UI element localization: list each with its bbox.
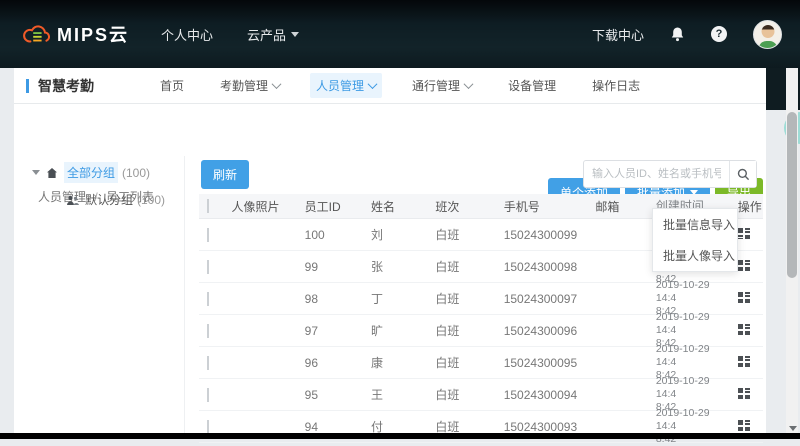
page-scrollbar[interactable]: [786, 68, 798, 433]
row-checkbox[interactable]: [207, 260, 209, 274]
col-header-photo: 人像照片: [224, 198, 294, 215]
brand-logo[interactable]: MIPS云: [22, 21, 129, 47]
col-header-shift: 班次: [425, 198, 493, 215]
tab-home[interactable]: 首页: [154, 73, 190, 98]
col-header-phone: 手机号: [494, 198, 586, 215]
chevron-down-icon: [272, 79, 282, 89]
row-checkbox[interactable]: [207, 292, 209, 306]
group-tree-sidebar: 全部分组 (100) 默认分组 (100): [14, 156, 180, 433]
topbar-right-group: 下载中心 ?: [592, 0, 782, 68]
operations-grid-icon[interactable]: [738, 420, 750, 431]
col-header-name: 姓名: [361, 198, 425, 215]
tab-access-mgmt[interactable]: 通行管理: [406, 73, 478, 98]
row-checkbox[interactable]: [207, 356, 209, 370]
menu-item-cloud-products[interactable]: 云产品: [247, 25, 299, 44]
sidebar-item-default-group[interactable]: 默认分组 (100): [66, 191, 180, 208]
main-panel: 智慧考勤 首页 考勤管理 人员管理 通行管理 设备管理 操作日志: [14, 68, 766, 433]
select-all-checkbox[interactable]: [207, 199, 209, 213]
home-icon: [46, 167, 58, 179]
row-checkbox[interactable]: [207, 420, 209, 434]
title-accent-bar: [26, 79, 29, 93]
group-people-icon: [66, 194, 79, 206]
menu-item-personal-center[interactable]: 个人中心: [161, 25, 213, 44]
top-menu: 个人中心 云产品: [161, 25, 299, 44]
help-icon[interactable]: ?: [711, 26, 727, 42]
row-checkbox[interactable]: [207, 388, 209, 402]
top-navigation-bar: MIPS云 个人中心 云产品 下载中心 ?: [0, 0, 800, 68]
app-title-block: 智慧考勤: [26, 76, 154, 96]
operations-grid-icon[interactable]: [738, 356, 750, 367]
tree-expand-caret-icon[interactable]: [32, 170, 40, 175]
row-checkbox[interactable]: [207, 324, 209, 338]
operations-grid-icon[interactable]: [738, 292, 750, 303]
operations-grid-icon[interactable]: [738, 228, 750, 239]
cloud-logo-icon: [22, 23, 50, 45]
app-subnav: 智慧考勤 首页 考勤管理 人员管理 通行管理 设备管理 操作日志: [14, 68, 766, 104]
row-checkbox[interactable]: [207, 228, 209, 242]
group-label-all: 全部分组: [64, 162, 118, 183]
scrollbar-down-arrow[interactable]: [789, 426, 797, 431]
dropdown-item-batch-portrait-import[interactable]: 批量人像导入: [653, 240, 737, 271]
operations-grid-icon[interactable]: [738, 324, 750, 335]
download-center-link[interactable]: 下载中心: [592, 25, 644, 44]
col-header-email: 邮箱: [585, 198, 646, 215]
bell-icon[interactable]: [670, 26, 685, 42]
group-count-all: (100): [122, 166, 150, 180]
employee-table-zone: 刷新 人像照片 员工ID 姓名 班次 手机号 邮箱 创建时间: [184, 156, 763, 433]
tab-personnel-mgmt[interactable]: 人员管理: [310, 73, 382, 98]
page-scrollbar-thumb[interactable]: [787, 112, 797, 278]
search-input[interactable]: [584, 161, 729, 187]
batch-add-dropdown: 批量信息导入 批量人像导入: [652, 208, 738, 272]
chevron-down-icon: [368, 79, 378, 89]
dropdown-item-batch-info-import[interactable]: 批量信息导入: [653, 209, 737, 240]
subnav-menu: 首页 考勤管理 人员管理 通行管理 设备管理 操作日志: [154, 73, 646, 98]
chevron-down-icon: [464, 79, 474, 89]
tab-operation-log[interactable]: 操作日志: [586, 73, 646, 98]
tab-device-mgmt[interactable]: 设备管理: [502, 73, 562, 98]
search-box: [583, 160, 757, 188]
col-header-id: 员工ID: [295, 198, 361, 215]
search-icon: [737, 168, 750, 181]
tab-attendance-mgmt[interactable]: 考勤管理: [214, 73, 286, 98]
user-avatar[interactable]: [753, 20, 782, 49]
search-button[interactable]: [729, 161, 756, 187]
refresh-button[interactable]: 刷新: [201, 160, 249, 189]
group-count-default: (100): [137, 193, 165, 207]
operations-grid-icon[interactable]: [738, 388, 750, 399]
sidebar-item-all-groups[interactable]: 全部分组 (100): [32, 162, 180, 183]
chevron-down-icon: [291, 32, 299, 37]
letterbox-bottom: [0, 433, 800, 439]
operations-grid-icon[interactable]: [738, 260, 750, 271]
app-title: 智慧考勤: [38, 76, 94, 96]
brand-name: MIPS云: [57, 21, 129, 47]
group-label-default: 默认分组: [85, 191, 133, 208]
